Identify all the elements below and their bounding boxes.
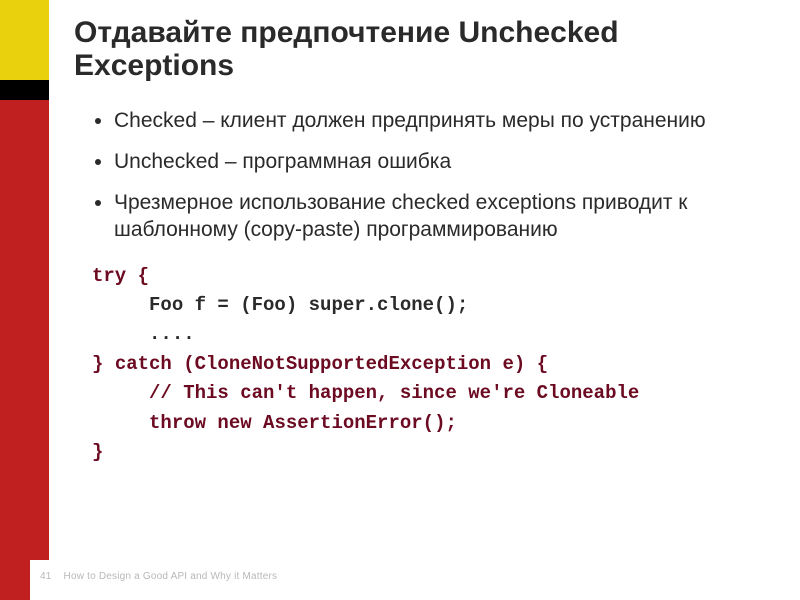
code-keyword: try (92, 265, 126, 287)
code-text: } (92, 353, 115, 375)
code-text: .... (92, 323, 195, 345)
page-number: 41 (40, 571, 52, 582)
code-text: { (126, 265, 149, 287)
code-text: } (92, 441, 103, 463)
accent-stripe-black (0, 80, 49, 100)
bullet-item: Checked – клиент должен предпринять меры… (114, 108, 760, 135)
slide-footer: 41 How to Design a Good API and Why it Ma… (40, 571, 277, 582)
bullet-list: Checked – клиент должен предпринять меры… (94, 108, 760, 244)
code-text (92, 412, 149, 434)
bullet-item: Чрезмерное использование checked excepti… (114, 190, 760, 244)
code-block: try { Foo f = (Foo) super.clone(); .... … (92, 262, 760, 468)
code-text: (CloneNotSupportedException e) { (172, 353, 548, 375)
accent-stripe-red-narrow (0, 100, 30, 600)
slide: Отдавайте предпочтение Unchecked Excepti… (0, 0, 800, 600)
slide-content: Checked – клиент должен предпринять меры… (94, 108, 760, 468)
code-text: AssertionError(); (252, 412, 457, 434)
accent-stripe-yellow (0, 0, 49, 80)
footer-caption: How to Design a Good API and Why it Matt… (64, 571, 278, 582)
code-comment: // This can't happen, since we're Clonea… (92, 382, 639, 404)
code-text: Foo f = (Foo) super.clone(); (92, 294, 468, 316)
code-keyword: catch (115, 353, 172, 375)
slide-title: Отдавайте предпочтение Unchecked Excepti… (74, 16, 770, 82)
bullet-item: Unchecked – программная ошибка (114, 149, 760, 176)
code-keyword: throw new (149, 412, 252, 434)
